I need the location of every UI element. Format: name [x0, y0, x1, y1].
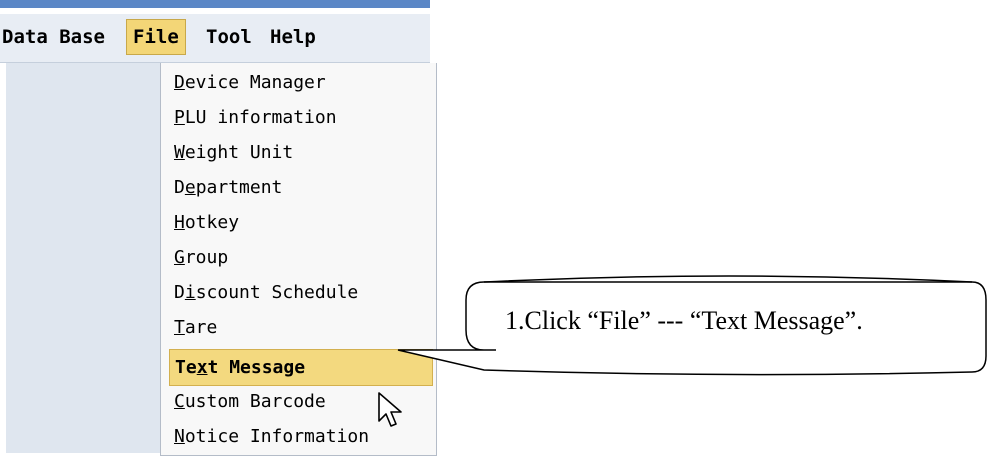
screenshot: Data Base File Tool Help Device Manager …	[0, 0, 988, 461]
callout-bubble	[397, 275, 987, 376]
callout-text: 1.Click “File” --- “Text Message”.	[505, 306, 863, 335]
mouse-pointer-icon	[378, 392, 402, 427]
